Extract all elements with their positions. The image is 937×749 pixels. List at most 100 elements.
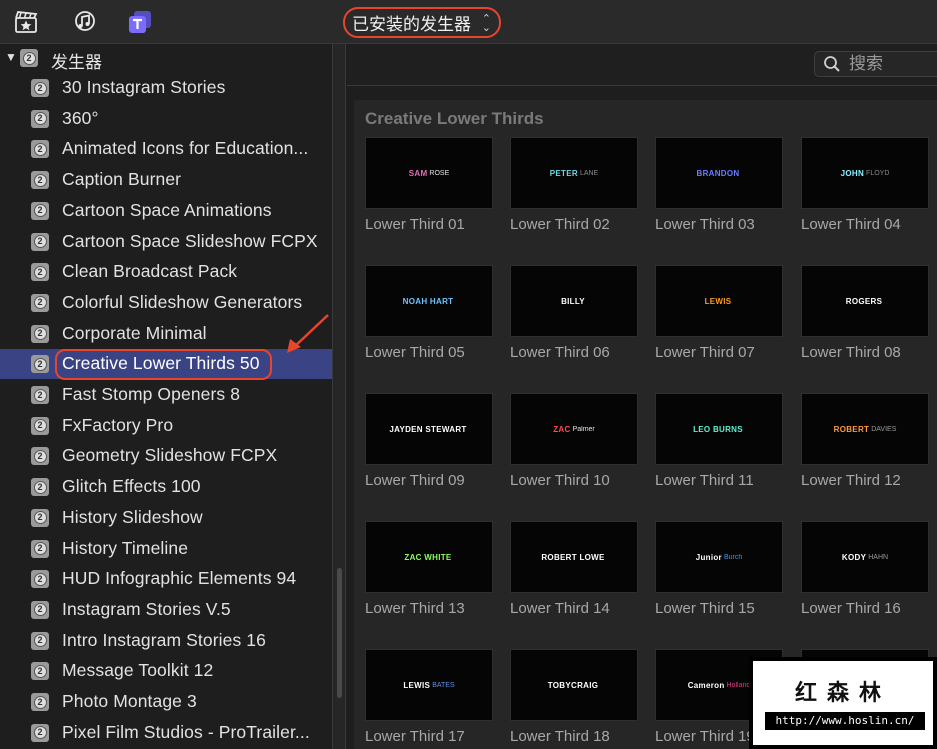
thumbnail-subtitle: Holland — [726, 681, 751, 689]
sidebar-scrollbar[interactable] — [337, 568, 342, 698]
generator-tile[interactable]: LEWIS BATES Lower Third 17 — [365, 649, 493, 745]
disclosure-triangle-icon[interactable]: ▼ — [5, 50, 17, 64]
generator-tile[interactable]: JOHN FLOYD Lower Third 04 — [801, 137, 929, 233]
tile-thumbnail[interactable]: BRANDON — [655, 137, 783, 209]
sidebar-item[interactable]: 2 30 Instagram Stories — [0, 73, 332, 103]
generator-tile[interactable]: ROBERT LOWE Lower Third 14 — [510, 521, 638, 617]
sidebar-item-label: Animated Icons for Education... — [62, 138, 309, 159]
sidebar-item[interactable]: 2 Instagram Stories V.5 — [0, 595, 332, 625]
clapper-star-icon[interactable] — [12, 8, 40, 36]
fxfactory-badge-icon: 2 — [31, 508, 49, 527]
section-title: Creative Lower Thirds — [365, 109, 544, 128]
tile-label: Lower Third 18 — [510, 728, 610, 745]
sidebar-item-label: History Timeline — [62, 537, 189, 558]
tile-thumbnail[interactable]: JAYDEN STEWART — [365, 393, 493, 465]
tile-thumbnail[interactable]: KODY HAHN — [801, 521, 929, 593]
search-field[interactable] — [814, 51, 937, 77]
tile-thumbnail[interactable]: LEWIS — [655, 265, 783, 337]
sidebar-item-label: History Slideshow — [62, 506, 203, 527]
fxfactory-badge-icon: 2 — [31, 662, 49, 681]
sidebar-item[interactable]: 2 Cartoon Space Slideshow FCPX — [0, 227, 332, 257]
sidebar-item[interactable]: 2 Fast Stomp Openers 8 — [0, 380, 332, 410]
tile-thumbnail[interactable]: ROBERT DAVIES — [801, 393, 929, 465]
generator-tile[interactable]: BRANDON Lower Third 03 — [655, 137, 783, 233]
sidebar-item-label: Creative Lower Thirds 50 — [62, 353, 260, 374]
tile-label: Lower Third 05 — [365, 344, 465, 361]
fxfactory-badge-icon: 2 — [31, 109, 49, 128]
thumbnail-title: LEO BURNS — [693, 424, 743, 434]
thumbnail-title: ROGERS — [845, 296, 883, 306]
fxfactory-badge-icon: 2 — [31, 293, 49, 312]
titles-generators-icon[interactable] — [126, 8, 154, 36]
tile-thumbnail[interactable]: ROBERT LOWE — [510, 521, 638, 593]
sidebar-item[interactable]: 2 Caption Burner — [0, 165, 332, 195]
thumbnail-title: Cameron — [687, 680, 725, 690]
sidebar-item-label: Cartoon Space Animations — [62, 199, 272, 220]
sidebar-item[interactable]: 2 Pixel Film Studios - ProTrailer... — [0, 718, 332, 748]
tile-label: Lower Third 15 — [655, 600, 755, 617]
fxfactory-badge-icon: 2 — [31, 478, 49, 497]
sidebar-root-generators[interactable]: ▼ 2 发生器 — [0, 44, 332, 73]
sidebar-item-label: Corporate Minimal — [62, 322, 207, 343]
sidebar-item-label: Geometry Slideshow FCPX — [62, 445, 278, 466]
generator-tile[interactable]: ZAC Palmer Lower Third 10 — [510, 393, 638, 489]
tile-thumbnail[interactable]: NOAH HART — [365, 265, 493, 337]
sidebar-item[interactable]: 2 360° — [0, 104, 332, 134]
generator-tile[interactable]: Junior Burch Lower Third 15 — [655, 521, 783, 617]
generator-tile[interactable]: ROBERT DAVIES Lower Third 12 — [801, 393, 929, 489]
music-photo-icon[interactable] — [70, 8, 98, 36]
tile-thumbnail[interactable]: ZAC Palmer — [510, 393, 638, 465]
generator-tile[interactable]: ZAC WHITE Lower Third 13 — [365, 521, 493, 617]
sidebar-root-label: 发生器 — [51, 53, 102, 73]
sidebar-item[interactable]: 2 Cartoon Space Animations — [0, 196, 332, 226]
sidebar-item-label: Instagram Stories V.5 — [62, 598, 231, 619]
tile-thumbnail[interactable]: SAM ROSE — [365, 137, 493, 209]
sidebar-item[interactable]: 2 History Slideshow — [0, 503, 332, 533]
installed-generators-select[interactable]: 已安装的发生器 ⌃ ⌄ — [343, 7, 501, 38]
tile-thumbnail[interactable]: JOHN FLOYD — [801, 137, 929, 209]
generator-tile[interactable]: JAYDEN STEWART Lower Third 09 — [365, 393, 493, 489]
sidebar-item[interactable]: 2 HUD Infographic Elements 94 — [0, 564, 332, 594]
tile-thumbnail[interactable]: PETER LANE — [510, 137, 638, 209]
sidebar-item[interactable]: 2 Message Toolkit 12 — [0, 656, 332, 686]
sidebar-item-label: Caption Burner — [62, 169, 182, 190]
search-input[interactable] — [849, 54, 937, 74]
generator-tile[interactable]: BILLY Lower Third 06 — [510, 265, 638, 361]
sidebar-item[interactable]: 2 Colorful Slideshow Generators — [0, 288, 332, 318]
sidebar-item[interactable]: 2 Clean Broadcast Pack — [0, 257, 332, 287]
generator-tile[interactable]: NOAH HART Lower Third 05 — [365, 265, 493, 361]
generator-tile[interactable]: LEWIS Lower Third 07 — [655, 265, 783, 361]
sidebar-item[interactable]: 2 Geometry Slideshow FCPX — [0, 441, 332, 471]
generator-tile[interactable]: PETER LANE Lower Third 02 — [510, 137, 638, 233]
thumbnail-subtitle: ROSE — [429, 169, 450, 177]
sidebar-item[interactable]: 2 Intro Instagram Stories 16 — [0, 626, 332, 656]
fxfactory-badge-icon: 2 — [31, 232, 49, 251]
sidebar-item[interactable]: 2 FxFactory Pro — [0, 411, 332, 441]
tile-thumbnail[interactable]: ZAC WHITE — [365, 521, 493, 593]
generator-tile[interactable]: KODY HAHN Lower Third 16 — [801, 521, 929, 617]
sidebar-item[interactable]: 2 Corporate Minimal — [0, 319, 332, 349]
tile-thumbnail[interactable]: Junior Burch — [655, 521, 783, 593]
sidebar-item-label: 360° — [62, 107, 99, 128]
generator-tile[interactable]: ROGERS Lower Third 08 — [801, 265, 929, 361]
sidebar-item[interactable]: 2 History Timeline — [0, 534, 332, 564]
generator-tile[interactable]: TOBYCRAIG Lower Third 18 — [510, 649, 638, 745]
tile-label: Lower Third 02 — [510, 216, 610, 233]
tile-thumbnail[interactable]: TOBYCRAIG — [510, 649, 638, 721]
sidebar-item[interactable]: 2 Glitch Effects 100 — [0, 472, 332, 502]
tile-thumbnail[interactable]: LEWIS BATES — [365, 649, 493, 721]
generator-tile[interactable]: SAM ROSE Lower Third 01 — [365, 137, 493, 233]
fxfactory-badge-icon: 2 — [31, 631, 49, 650]
sidebar-item[interactable]: 2 Photo Montage 3 — [0, 687, 332, 717]
tile-label: Lower Third 14 — [510, 600, 610, 617]
tile-label: Lower Third 04 — [801, 216, 901, 233]
tile-thumbnail[interactable]: ROGERS — [801, 265, 929, 337]
sidebar-item-label: Clean Broadcast Pack — [62, 261, 238, 282]
sidebar-item[interactable]: 2 Animated Icons for Education... — [0, 134, 332, 164]
tile-thumbnail[interactable]: BILLY — [510, 265, 638, 337]
tile-label: Lower Third 08 — [801, 344, 901, 361]
generator-tile[interactable]: LEO BURNS Lower Third 11 — [655, 393, 783, 489]
sidebar-item[interactable]: 2 Creative Lower Thirds 50 — [0, 349, 332, 381]
tile-thumbnail[interactable]: LEO BURNS — [655, 393, 783, 465]
generator-grid: Creative Lower Thirds SAM ROSE Lower Third… — [354, 100, 937, 749]
